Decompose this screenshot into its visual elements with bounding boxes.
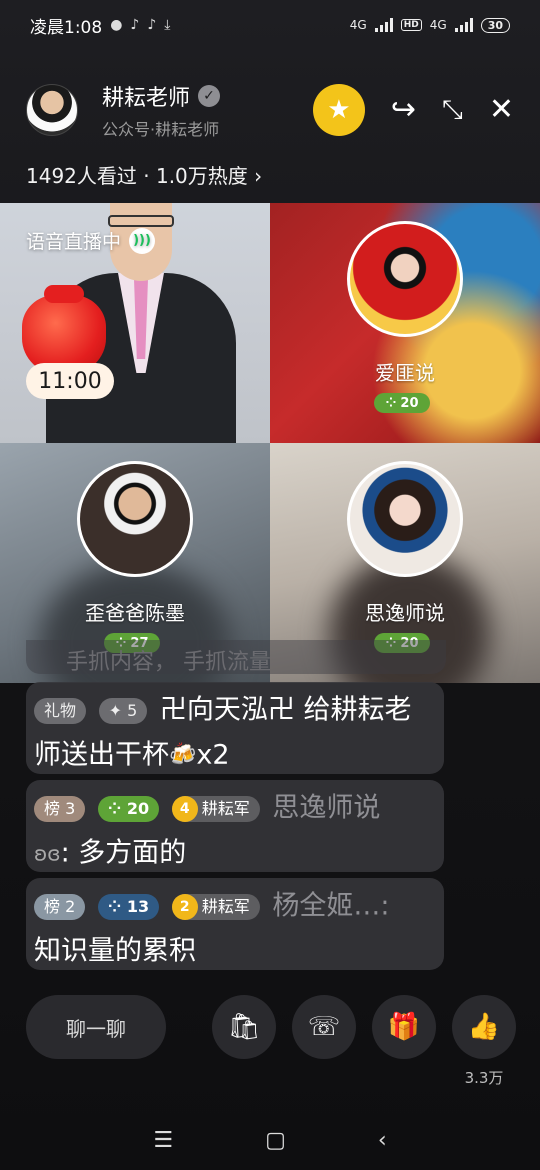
guest-name: 爱匪说: [375, 361, 435, 385]
shopping-bag-icon[interactable]: 🛍: [212, 995, 276, 1059]
guest-avatar: [347, 221, 463, 337]
guest-level: 20: [400, 395, 419, 411]
fan-club-tag: 4 耕耘军: [171, 795, 260, 822]
host-name: 耕耘老师: [102, 86, 191, 111]
tiktok-icon: ♪: [130, 17, 140, 33]
fan-level-star-icon: 4: [171, 795, 198, 822]
clock: 凌晨1:08: [30, 17, 103, 38]
red-envelope-timer[interactable]: 11:00: [26, 363, 114, 399]
close-icon[interactable]: ✕: [489, 95, 514, 125]
minimize-icon[interactable]: ⤡: [442, 97, 463, 123]
chat-message[interactable]: 榜 3 ⁘ 20 4 耕耘军 思逸师说 ʚɞ: 多方面的: [26, 780, 444, 872]
chevron-right-icon: ›: [254, 164, 263, 188]
chat-message[interactable]: 榜 2 ⁘ 13 2 耕耘军 杨全姬…: 知识量的累积: [26, 878, 444, 970]
room-header: 耕耘老师 ✓ 公众号·耕耘老师 ★ ↪ ⤡ ✕: [26, 80, 514, 140]
network-label-2: 4G: [429, 18, 447, 32]
signal-icon: [374, 18, 393, 32]
status-right: 4G HD 4G 30: [349, 17, 510, 33]
tiktok-icon-2: ♪: [147, 17, 157, 33]
butterfly-icon: ʚɞ: [34, 841, 61, 865]
host-seat[interactable]: 语音直播中 ))) 11:00: [0, 203, 270, 443]
battery-icon: 30: [480, 17, 510, 33]
guest-seat-1[interactable]: 爱匪说 ⁘ 20: [270, 203, 540, 443]
guest-name: 歪爸爸陈墨: [85, 601, 185, 625]
guest-level-badge: ⁘ 20: [374, 393, 430, 413]
status-bar: 凌晨1:08 ● ♪ ♪ ⤓ 4G HD 4G 30: [0, 0, 540, 50]
signal-icon-2: [454, 18, 473, 32]
gift-tag: 礼物: [34, 697, 87, 724]
faded-chat-message: 手抓内容， 手抓流量: [26, 640, 446, 674]
voice-room-grid: 语音直播中 ))) 11:00 爱匪说 ⁘ 20 歪爸爸陈墨 ⁘ 27 思逸师说 ⁘…: [0, 203, 540, 683]
chat-text: 多方面的: [78, 837, 187, 868]
fan-level-star-icon: 2: [171, 893, 198, 920]
network-label: 4G: [349, 18, 367, 32]
host-subtitle: 公众号·耕耘老师: [102, 120, 220, 139]
system-nav-bar: ☰ ▢ ‹: [0, 1110, 540, 1170]
video-call-icon[interactable]: ☏: [292, 995, 356, 1059]
like-count: 3.3万: [464, 1069, 504, 1087]
rank-tag: 榜 2: [34, 893, 86, 920]
hd-badge: HD: [400, 19, 422, 31]
status-left: 凌晨1:08 ● ♪ ♪ ⤓: [30, 13, 170, 38]
level-tag: ⁘ 13: [97, 893, 160, 920]
chat-username: 卍向天泓卍: [159, 694, 295, 726]
chat-text: 知识量的累积: [34, 935, 196, 966]
live-status-text: 语音直播中: [26, 231, 122, 253]
guest-name: 思逸师说: [365, 601, 445, 625]
header-actions: ★ ↪ ⤡ ✕: [312, 84, 514, 136]
chat-message[interactable]: 礼物 ✦ 5 卍向天泓卍 给耕耘老师送出干杯🍻x2: [26, 682, 444, 774]
level-icon: ⁘: [107, 798, 127, 818]
host-info[interactable]: 耕耘老师 ✓ 公众号·耕耘老师: [102, 80, 221, 140]
chat-username[interactable]: 思逸师说: [272, 793, 380, 824]
chat-username[interactable]: 杨全姬…:: [272, 891, 389, 922]
guest-avatar: [77, 461, 193, 577]
viewer-stats[interactable]: 1492人看过 · 1.0万热度 ›: [26, 160, 262, 189]
download-icon: ⤓: [164, 17, 171, 33]
level-value: 20: [126, 798, 150, 818]
level-value: 13: [126, 896, 150, 916]
level-icon: ⁘: [385, 395, 397, 411]
home-icon[interactable]: ▢: [265, 1128, 286, 1153]
menu-icon[interactable]: ☰: [153, 1128, 173, 1153]
gift-count: x2: [196, 739, 230, 770]
gift-level-tag: ✦ 5: [98, 697, 148, 724]
fan-club-name: 耕耘军: [201, 798, 250, 818]
fan-club-name: 耕耘军: [201, 896, 250, 916]
host-avatar[interactable]: [26, 84, 78, 136]
chat-input-button[interactable]: 聊一聊: [26, 995, 166, 1059]
host-name-row: 耕耘老师 ✓: [102, 80, 221, 112]
level-icon: ⁘: [107, 896, 127, 916]
wechat-icon: ●: [110, 17, 123, 33]
rank-tag: 榜 3: [34, 795, 86, 822]
back-icon[interactable]: ‹: [378, 1128, 387, 1153]
viewer-stats-text: 1492人看过 · 1.0万热度: [26, 164, 248, 188]
share-icon[interactable]: ↪: [391, 95, 416, 125]
guest-avatar: [347, 461, 463, 577]
fan-club-tag: 2 耕耘军: [171, 893, 260, 920]
beer-gift-icon: 🍻: [169, 742, 197, 767]
audio-wave-icon: ))): [129, 227, 156, 254]
level-tag: ⁘ 20: [97, 795, 160, 822]
live-status: 语音直播中 ))): [26, 227, 156, 254]
thumbs-up-icon[interactable]: 👍: [452, 995, 516, 1059]
favorite-star-icon[interactable]: ★: [312, 84, 365, 136]
verified-icon: ✓: [198, 85, 221, 107]
gift-icon[interactable]: 🎁: [372, 995, 436, 1059]
